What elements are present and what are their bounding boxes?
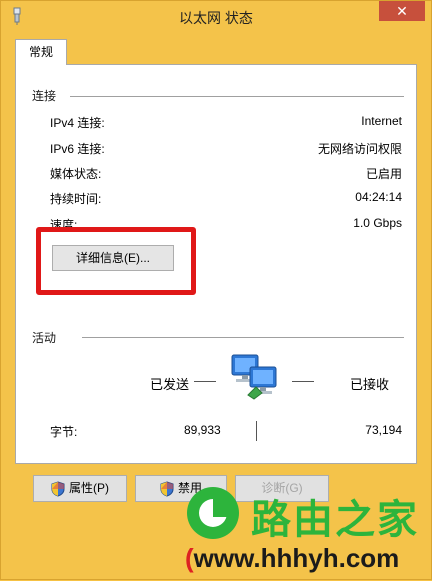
bytes-received-value: 73,194	[365, 423, 402, 437]
duration-value: 04:24:14	[355, 190, 402, 204]
watermark-title: 路由之家	[251, 498, 419, 542]
ipv6-label: IPv6 连接:	[50, 142, 105, 156]
highlight-box	[36, 227, 196, 295]
duration-label: 持续时间:	[50, 192, 102, 206]
ipv4-label: IPv4 连接:	[50, 116, 105, 130]
media-state-value: 已启用	[365, 167, 402, 181]
properties-button[interactable]: 属性(P)	[33, 475, 127, 502]
watermark-url: (www.hhhyh.com	[185, 543, 399, 574]
ipv4-value: Internet	[361, 114, 402, 128]
close-icon: ✕	[396, 3, 408, 19]
speed-value: 1.0 Gbps	[353, 216, 402, 230]
watermark: 路由之家 (www.hhhyh.com	[181, 479, 432, 581]
connection-heading: 连接	[32, 89, 57, 103]
media-state-label: 媒体状态:	[50, 167, 102, 181]
general-panel: 连接 IPv4 连接: Internet IPv6 连接: 无网络访问权限 媒体…	[15, 64, 417, 464]
uac-shield-icon	[160, 481, 174, 497]
ipv6-value: 无网络访问权限	[317, 142, 402, 156]
sent-label: 已发送	[150, 377, 190, 392]
tab-general[interactable]: 常规	[15, 39, 67, 65]
ethernet-status-window: 以太网 状态 ✕ 常规 连接 IPv4 连接: Internet IPv6 连接…	[0, 0, 432, 580]
sent-line	[194, 381, 216, 382]
bytes-label: 字节:	[50, 425, 78, 439]
close-button[interactable]: ✕	[379, 1, 425, 21]
router-home-logo-icon	[187, 487, 239, 539]
received-label: 已接收	[350, 377, 390, 392]
connection-divider	[70, 96, 404, 97]
received-line	[292, 381, 314, 382]
activity-heading: 活动	[32, 331, 57, 345]
properties-label: 属性(P)	[69, 481, 109, 495]
title-bar[interactable]: 以太网 状态 ✕	[1, 1, 431, 33]
uac-shield-icon	[51, 481, 65, 497]
window-title: 以太网 状态	[179, 10, 253, 26]
watermark-url-text: www.hhhyh.com	[193, 543, 400, 573]
bytes-divider	[256, 421, 257, 441]
watermark-paren: (	[185, 543, 194, 573]
activity-divider	[82, 337, 404, 338]
bytes-sent-value: 89,933	[184, 423, 221, 437]
network-computers-icon	[231, 354, 277, 400]
